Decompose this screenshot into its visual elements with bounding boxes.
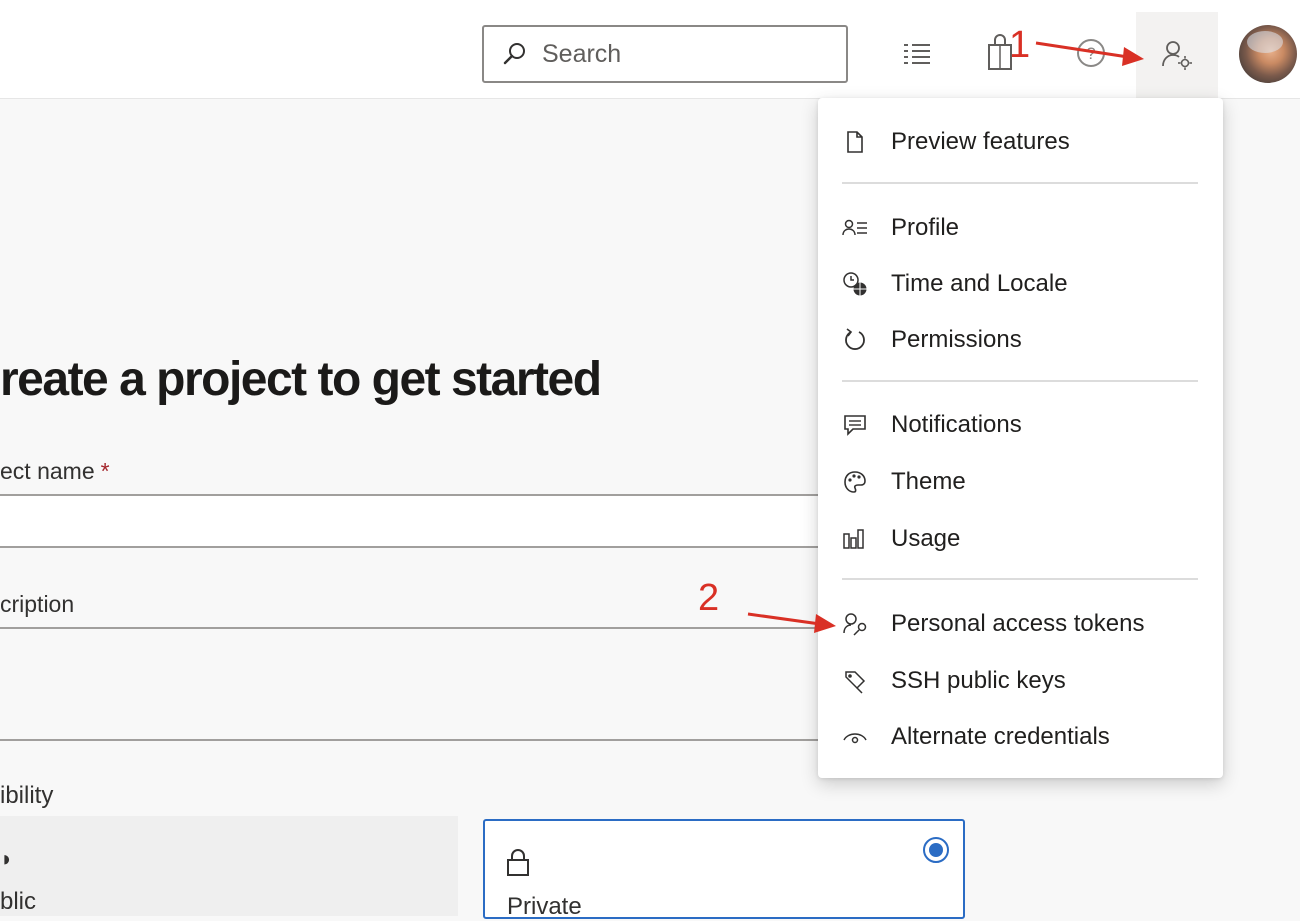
arrow-to-personal-access-tokens bbox=[747, 612, 821, 626]
menu-item-theme[interactable]: Theme bbox=[818, 458, 1223, 506]
svg-text:?: ? bbox=[1086, 44, 1095, 63]
menu-item-label: Personal access tokens bbox=[891, 610, 1145, 637]
project-name-label: ect name * bbox=[0, 458, 110, 484]
menu-item-label: SSH public keys bbox=[891, 667, 1066, 694]
private-radio[interactable] bbox=[923, 837, 949, 863]
annotation-step-2: 2 bbox=[698, 577, 720, 619]
key-icon bbox=[842, 668, 868, 694]
menu-item-permissions[interactable]: Permissions bbox=[818, 316, 1223, 364]
page-icon bbox=[842, 129, 868, 155]
menu-item-alternate-credentials[interactable]: Alternate credentials bbox=[818, 713, 1223, 761]
menu-divider bbox=[842, 578, 1198, 580]
lock-icon bbox=[507, 849, 529, 876]
search-input[interactable]: Search bbox=[542, 40, 621, 69]
menu-item-label: Notifications bbox=[891, 411, 1022, 438]
menu-item-personal-access-tokens[interactable]: Personal access tokens bbox=[818, 600, 1223, 648]
description-input[interactable] bbox=[0, 629, 818, 739]
description-underline bbox=[0, 739, 818, 741]
refresh-icon bbox=[842, 327, 868, 353]
task-list-icon[interactable] bbox=[900, 36, 934, 70]
public-label: blic bbox=[0, 888, 37, 915]
user-settings-menu: Preview features Profile Time and Locale bbox=[818, 98, 1223, 778]
project-name-input[interactable] bbox=[0, 496, 818, 546]
menu-item-label: Profile bbox=[891, 214, 960, 241]
help-icon[interactable]: ? bbox=[1074, 36, 1108, 70]
annotation-step-1: 1 bbox=[1009, 24, 1031, 66]
menu-item-label: Preview features bbox=[891, 128, 1070, 155]
menu-item-time-and-locale[interactable]: Time and Locale bbox=[818, 260, 1223, 308]
menu-item-notifications[interactable]: Notifications bbox=[818, 401, 1223, 449]
visibility-label: ibility bbox=[0, 782, 54, 809]
required-marker: * bbox=[100, 458, 110, 484]
project-name-underline bbox=[0, 546, 818, 548]
eye-icon bbox=[842, 724, 868, 750]
menu-item-label: Theme bbox=[891, 468, 966, 495]
menu-item-profile[interactable]: Profile bbox=[818, 204, 1223, 252]
menu-item-label: Alternate credentials bbox=[891, 723, 1110, 750]
visibility-public-card[interactable]: ◗ blic bbox=[0, 816, 458, 916]
palette-icon bbox=[842, 469, 868, 495]
search-box[interactable]: Search bbox=[482, 25, 848, 83]
visibility-private-card[interactable]: Private bbox=[483, 819, 965, 920]
user-settings-button[interactable] bbox=[1136, 12, 1218, 98]
menu-item-preview-features[interactable]: Preview features bbox=[818, 118, 1223, 166]
menu-item-usage[interactable]: Usage bbox=[818, 515, 1223, 563]
profile-card-icon bbox=[842, 215, 868, 241]
bar-chart-icon bbox=[842, 526, 868, 552]
user-key-icon bbox=[842, 611, 868, 637]
description-label: cription bbox=[0, 591, 75, 617]
menu-divider bbox=[842, 380, 1198, 382]
search-icon bbox=[503, 43, 525, 65]
globe-icon: ◗ bbox=[0, 846, 14, 871]
menu-divider bbox=[842, 182, 1198, 184]
avatar[interactable] bbox=[1239, 25, 1297, 83]
menu-item-label: Usage bbox=[891, 525, 961, 552]
page-title: reate a project to get started bbox=[0, 353, 602, 406]
menu-item-label: Permissions bbox=[891, 326, 1022, 353]
menu-item-label: Time and Locale bbox=[891, 270, 1068, 297]
private-label: Private bbox=[507, 893, 582, 920]
top-bar: Search ? bbox=[0, 0, 1300, 99]
user-settings-icon bbox=[1162, 41, 1192, 70]
menu-item-ssh-public-keys[interactable]: SSH public keys bbox=[818, 657, 1223, 705]
clock-globe-icon bbox=[842, 271, 868, 297]
chat-bubble-icon bbox=[842, 412, 868, 438]
